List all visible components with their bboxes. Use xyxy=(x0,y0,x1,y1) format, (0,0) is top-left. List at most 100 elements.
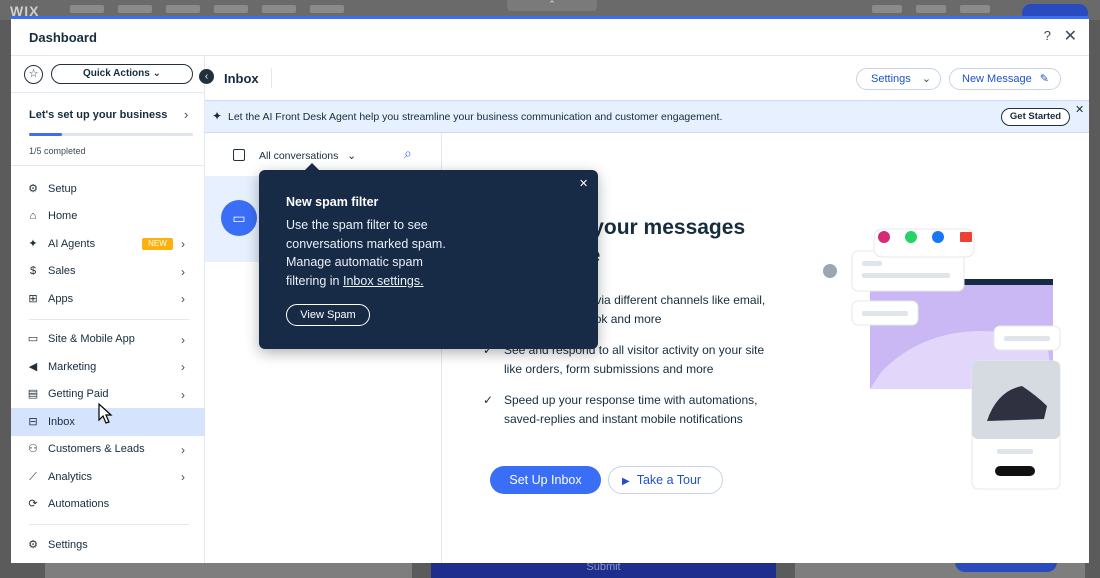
home-icon: ⌂ xyxy=(29,210,37,223)
sidebar-divider xyxy=(29,318,189,320)
sidebar-item-marketing[interactable]: ◀ Marketing › xyxy=(11,353,205,381)
settings-button-label: Settings xyxy=(871,73,911,85)
sidebar-item-label: AI Agents xyxy=(48,237,96,250)
chevron-right-icon: › xyxy=(181,360,185,374)
sidebar-item-label: Setup xyxy=(48,182,77,195)
sidebar-item-automations[interactable]: ⟳ Automations xyxy=(11,491,205,519)
chevron-right-icon: › xyxy=(181,237,185,251)
invoice-icon: ▤ xyxy=(27,388,39,401)
chevron-right-icon: › xyxy=(181,470,185,484)
quick-actions-button[interactable]: Quick Actions ⌄ xyxy=(51,64,193,84)
setup-completed-text: 1/5 completed xyxy=(29,146,86,156)
sidebar-item-analytics[interactable]: ⟋ Analytics › xyxy=(11,463,205,491)
chevron-right-icon: › xyxy=(181,387,185,402)
chevron-down-icon: ⌄ xyxy=(347,150,357,162)
chevron-right-icon: › xyxy=(184,107,189,122)
automation-icon: ⟳ xyxy=(28,498,38,511)
chevron-right-icon: › xyxy=(181,264,185,279)
sidebar-item-label: Home xyxy=(48,210,78,223)
modal-header: Dashboard ? ✕ xyxy=(11,19,1089,56)
sidebar-divider xyxy=(29,524,189,525)
collapse-sidebar-button[interactable]: ‹ xyxy=(199,69,214,84)
sidebar: ☆ Quick Actions ⌄ Let's set up your busi… xyxy=(11,56,205,563)
editor-right-menu xyxy=(872,5,990,13)
setup-title: Let's set up your business xyxy=(29,109,168,121)
chart-icon: ⟋ xyxy=(29,470,37,483)
sidebar-item-label: Site & Mobile App xyxy=(48,333,135,346)
sidebar-item-customers-leads[interactable]: ⚇ Customers & Leads › xyxy=(11,436,205,464)
sparkle-icon: ✦ xyxy=(212,109,223,123)
header-divider xyxy=(271,68,272,88)
list-item: ✓ Speed up your response time with automa… xyxy=(482,391,782,428)
chevron-down-icon: ⌄ xyxy=(921,73,932,85)
editor-handle[interactable]: ⌃ xyxy=(507,0,597,11)
select-all-checkbox[interactable] xyxy=(233,149,245,161)
check-icon: ✓ xyxy=(483,393,494,407)
sidebar-item-label: Getting Paid xyxy=(48,388,109,401)
settings-button[interactable]: Settings ⌄ xyxy=(856,68,941,90)
sidebar-item-ai-agents[interactable]: ✦ AI Agents NEW › xyxy=(11,230,205,258)
sidebar-item-apps[interactable]: ⊞ Apps › xyxy=(11,285,205,313)
chevron-right-icon: › xyxy=(181,332,185,347)
sidebar-item-site-mobile-app[interactable]: ▭ Site & Mobile App › xyxy=(11,326,205,354)
inbox-avatar-icon: ▭ xyxy=(221,200,257,236)
megaphone-icon: ◀ xyxy=(28,360,38,373)
dashboard-modal: Dashboard ? ✕ ☆ Quick Actions ⌄ Let's se… xyxy=(11,16,1089,563)
close-icon[interactable]: ✕ xyxy=(1064,26,1077,46)
ai-agent-banner: ✦ Let the AI Front Desk Agent help you s… xyxy=(205,100,1089,133)
search-icon[interactable]: ⌕ xyxy=(404,145,412,162)
close-icon[interactable]: ✕ xyxy=(1075,103,1084,116)
sidebar-item-label: Sales xyxy=(48,265,76,278)
editor-canvas-left xyxy=(45,562,412,578)
sidebar-item-home[interactable]: ⌂ Home xyxy=(11,203,205,231)
sparkle-icon: ✦ xyxy=(28,237,38,250)
new-badge: NEW xyxy=(142,238,173,250)
setup-progress-bar xyxy=(29,133,193,136)
sidebar-item-label: Marketing xyxy=(48,360,97,373)
sidebar-item-settings[interactable]: ⚙ Settings xyxy=(11,531,205,559)
gear-icon: ⚙ xyxy=(28,182,38,195)
chevron-down-icon: ⌄ xyxy=(152,68,162,79)
page-title: Inbox xyxy=(224,71,259,86)
sidebar-nav: ⚙ Setup ⌂ Home ✦ AI Agents NEW › $ Sales › ⊞ Apps › ▭ S… xyxy=(11,175,205,559)
sidebar-item-label: Settings xyxy=(48,538,88,551)
sidebar-item-setup[interactable]: ⚙ Setup xyxy=(11,175,205,203)
feature-text: Speed up your response time with automat… xyxy=(504,393,758,426)
chevron-right-icon: › xyxy=(181,442,185,457)
people-icon: ⚇ xyxy=(28,443,38,456)
sidebar-top: ☆ Quick Actions ⌄ xyxy=(11,56,205,92)
dollar-icon: $ xyxy=(29,265,37,278)
modal-title: Dashboard xyxy=(29,30,97,45)
compose-icon: ✎ xyxy=(1039,73,1049,85)
site-icon: ▭ xyxy=(27,333,39,346)
sidebar-item-label: Analytics xyxy=(48,470,93,483)
take-a-tour-button[interactable]: ▶ Take a Tour xyxy=(608,466,723,494)
close-icon[interactable]: ✕ xyxy=(579,177,588,190)
quick-actions-label: Quick Actions xyxy=(82,68,150,79)
set-up-inbox-button[interactable]: Set Up Inbox xyxy=(490,466,601,494)
setup-progress-fill xyxy=(29,133,62,136)
conversation-filter[interactable]: All conversations ⌄ xyxy=(259,150,356,162)
help-icon[interactable]: ? xyxy=(1044,28,1051,43)
sidebar-item-label: Automations xyxy=(48,498,110,511)
inbox-settings-link[interactable]: Inbox settings. xyxy=(343,274,424,288)
sidebar-item-label: Inbox xyxy=(48,415,75,428)
sidebar-item-label: Customers & Leads xyxy=(48,443,145,456)
editor-menu xyxy=(70,5,344,13)
play-icon: ▶ xyxy=(622,476,630,487)
spam-filter-popover: ✕ New spam filter Use the spam filter to… xyxy=(259,163,598,349)
setup-progress-card[interactable]: Let's set up your business › 1/5 complet… xyxy=(11,92,205,166)
view-spam-button[interactable]: View Spam xyxy=(286,304,370,326)
inbox-header: ‹ Inbox Settings ⌄ New Message ✎ xyxy=(199,56,1089,100)
new-message-button[interactable]: New Message ✎ xyxy=(949,68,1061,90)
sidebar-item-sales[interactable]: $ Sales › xyxy=(11,258,205,286)
get-started-button[interactable]: Get Started xyxy=(1001,108,1070,126)
star-icon[interactable]: ☆ xyxy=(24,65,43,84)
mouse-cursor-icon xyxy=(98,403,113,424)
take-a-tour-label: Take a Tour xyxy=(636,473,702,487)
popover-title: New spam filter xyxy=(286,195,379,209)
chevron-right-icon: › xyxy=(181,292,185,306)
editor-submit-strip: Submit xyxy=(431,562,776,578)
popover-body: Use the spam filter to see conversations… xyxy=(286,216,466,290)
inbox-icon: ⊟ xyxy=(28,415,38,428)
